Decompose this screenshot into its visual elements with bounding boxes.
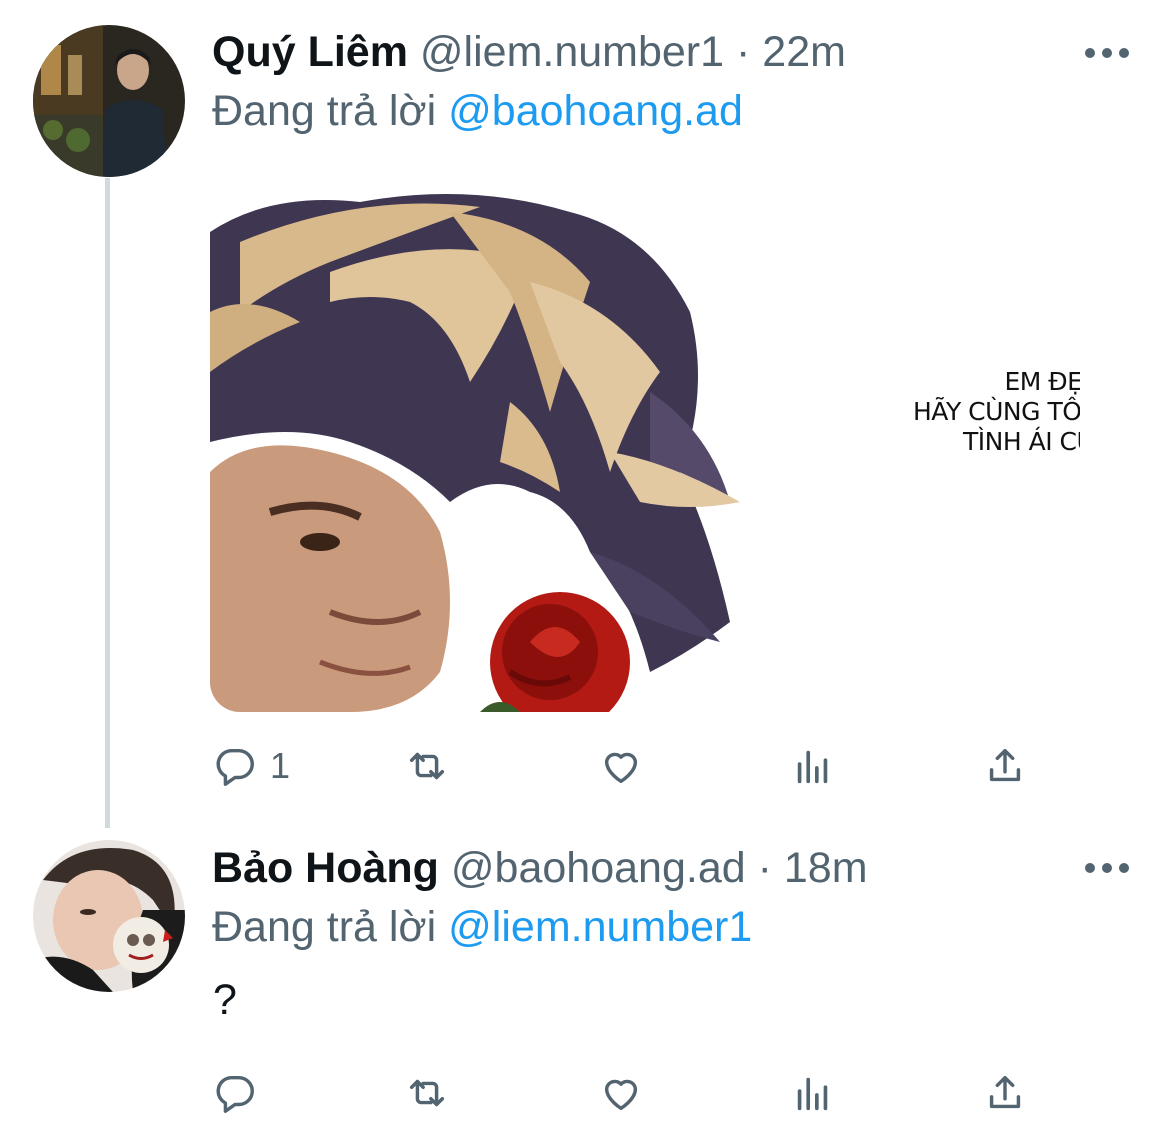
reply-icon [216, 1075, 254, 1113]
meme-caption-line: HÃY CÙNG TÔI XÂY LÂU ĐÀI [913, 397, 1080, 426]
share-icon [989, 748, 1021, 782]
analytics-icon [797, 1077, 828, 1111]
share-button[interactable] [982, 736, 1028, 796]
tweet-actions [212, 1063, 1042, 1123]
heart-icon [604, 1079, 638, 1111]
meme-caption: EM ĐẸP LẮM HÃY CÙNG TÔI XÂY LÂU ĐÀI TÌNH… [870, 367, 1080, 457]
tweet-timestamp[interactable]: 22m [762, 28, 846, 76]
analytics-button[interactable] [790, 736, 836, 796]
replying-to: Đang trả lời @liem.number1 [212, 902, 752, 952]
separator: · [757, 844, 772, 892]
replying-label: Đang trả lời [212, 87, 437, 135]
replying-label: Đang trả lời [212, 903, 437, 951]
more-options-icon[interactable] [1085, 45, 1129, 61]
retweet-icon [409, 752, 445, 780]
replying-to-link[interactable]: @liem.number1 [448, 903, 752, 951]
share-button[interactable] [982, 1063, 1028, 1123]
more-options-icon[interactable] [1085, 860, 1129, 876]
heart-icon [604, 752, 638, 784]
tweet-actions: 1 [212, 736, 1042, 796]
tweet-header: Quý Liêm @liem.number1 · 22m [212, 27, 846, 77]
reply-count: 1 [270, 745, 291, 786]
user-handle[interactable]: @liem.number1 [420, 28, 724, 76]
display-name[interactable]: Bảo Hoàng [212, 844, 439, 892]
retweet-icon [409, 1079, 445, 1107]
tweet-media-image[interactable]: EM ĐẸP LẮM HÃY CÙNG TÔI XÂY LÂU ĐÀI TÌNH… [210, 172, 1080, 712]
tweet-2: Bảo Hoàng @baohoang.ad · 18m Đang trả lờ… [0, 830, 1170, 1136]
reply-button[interactable]: 1 [212, 736, 290, 796]
meme-caption-line: EM ĐẸP LẮM [1004, 367, 1080, 396]
analytics-button[interactable] [790, 1063, 836, 1123]
retweet-button[interactable] [404, 736, 450, 796]
reply-icon [216, 748, 254, 786]
user-handle[interactable]: @baohoang.ad [451, 844, 746, 892]
separator: · [736, 28, 751, 76]
reply-button[interactable] [212, 1063, 258, 1123]
display-name[interactable]: Quý Liêm [212, 28, 408, 76]
replying-to-link[interactable]: @baohoang.ad [448, 87, 743, 135]
like-button[interactable] [598, 1063, 644, 1123]
meme-caption-line: TÌNH ÁI CỦA HAI TA [963, 427, 1080, 456]
avatar[interactable] [33, 25, 185, 177]
retweet-button[interactable] [404, 1063, 450, 1123]
tweet-1: Quý Liêm @liem.number1 · 22m Đang trả lờ… [0, 0, 1170, 830]
tweet-timestamp[interactable]: 18m [784, 844, 868, 892]
avatar[interactable] [33, 840, 185, 992]
tweet-header: Bảo Hoàng @baohoang.ad · 18m [212, 843, 868, 893]
share-icon [989, 1075, 1021, 1109]
tweet-text: ? [213, 976, 237, 1024]
analytics-icon [797, 750, 828, 784]
like-button[interactable] [598, 736, 644, 796]
replying-to: Đang trả lời @baohoang.ad [212, 86, 743, 136]
